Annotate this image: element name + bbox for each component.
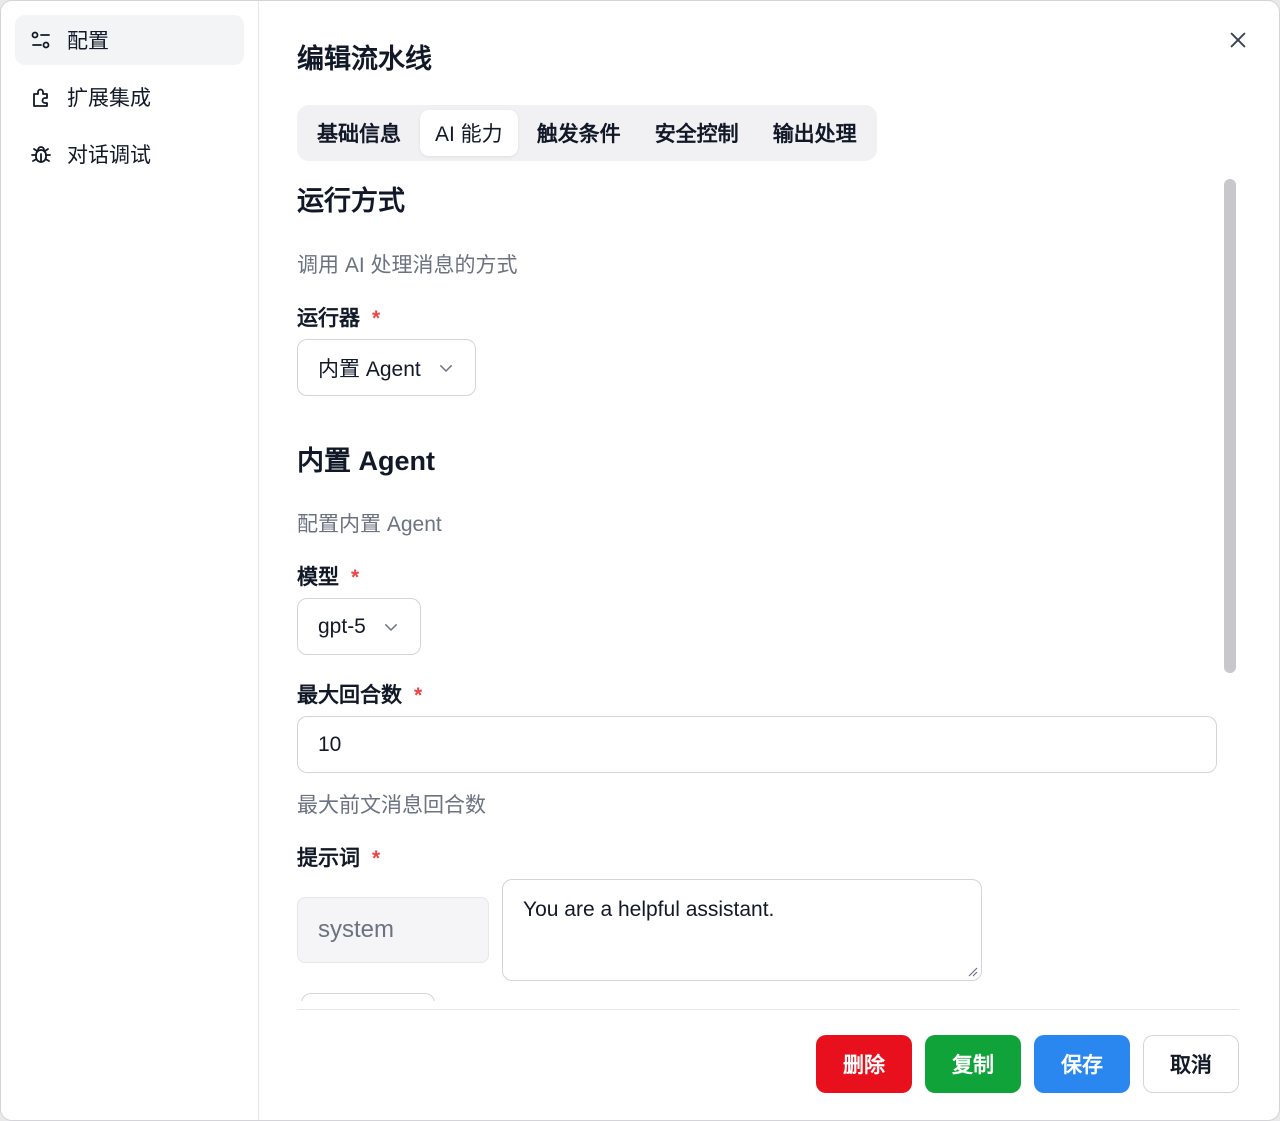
footer-divider <box>297 1009 1239 1010</box>
settings-sliders-icon <box>29 28 53 52</box>
required-marker: * <box>372 847 381 870</box>
form-content: 运行方式 调用 AI 处理消息的方式 运行器 * 内置 Agent 内置 Agen… <box>297 171 1227 1001</box>
required-marker: * <box>414 684 423 707</box>
content-scrollbar[interactable] <box>1224 179 1236 673</box>
pipeline-editor-window: 配置 扩展集成 对话调试 编辑流水线 基础信息 AI 能力 触发条件 安全控制 … <box>0 0 1280 1121</box>
main-panel: 编辑流水线 基础信息 AI 能力 触发条件 安全控制 输出处理 运行方式 调用 … <box>259 1 1279 1120</box>
save-button[interactable]: 保存 <box>1034 1035 1130 1093</box>
model-select[interactable]: gpt-5 <box>297 598 421 655</box>
dialog-title: 编辑流水线 <box>297 44 432 74</box>
close-icon <box>1230 32 1246 48</box>
model-label-text: 模型 <box>297 566 339 589</box>
prompt-content-textarea[interactable]: You are a helpful assistant. <box>502 879 982 981</box>
sidebar-item-extensions[interactable]: 扩展集成 <box>15 72 244 122</box>
runner-label-text: 运行器 <box>297 307 360 330</box>
runner-select[interactable]: 内置 Agent <box>297 339 476 396</box>
runner-select-value: 内置 Agent <box>318 357 421 381</box>
prompt-role-field[interactable]: system <box>297 897 489 963</box>
prompt-role-value: system <box>318 916 395 943</box>
section-title-agent: 内置 Agent <box>297 446 435 476</box>
prompt-label: 提示词 * <box>297 842 380 872</box>
required-marker: * <box>372 307 381 330</box>
copy-button[interactable]: 复制 <box>925 1035 1021 1093</box>
max-rounds-hint: 最大前文消息回合数 <box>297 794 486 817</box>
prompt-content-value: You are a helpful assistant. <box>523 898 775 921</box>
sidebar: 配置 扩展集成 对话调试 <box>1 1 259 1120</box>
sidebar-item-label: 扩展集成 <box>67 87 151 110</box>
resize-grip-icon[interactable] <box>966 965 978 977</box>
tab-trigger-conditions[interactable]: 触发条件 <box>522 110 636 156</box>
section-title-run-mode: 运行方式 <box>297 186 405 216</box>
tab-security-control[interactable]: 安全控制 <box>640 110 754 156</box>
footer-actions: 删除 复制 保存 取消 <box>816 1035 1239 1093</box>
prompt-label-text: 提示词 <box>297 847 360 870</box>
sidebar-item-debug[interactable]: 对话调试 <box>15 129 244 179</box>
max-rounds-label-text: 最大回合数 <box>297 684 402 707</box>
tab-ai-capability[interactable]: AI 能力 <box>420 110 518 156</box>
section-desc-run-mode: 调用 AI 处理消息的方式 <box>297 254 518 277</box>
section-desc-agent: 配置内置 Agent <box>297 513 442 536</box>
tab-output-processing[interactable]: 输出处理 <box>758 110 872 156</box>
chevron-down-icon <box>382 618 400 636</box>
model-label: 模型 * <box>297 561 359 591</box>
close-button[interactable] <box>1225 27 1251 53</box>
max-rounds-label: 最大回合数 * <box>297 679 422 709</box>
sidebar-item-label: 对话调试 <box>67 144 151 167</box>
runner-label: 运行器 * <box>297 302 380 332</box>
max-rounds-value: 10 <box>318 732 342 756</box>
chevron-down-icon <box>437 359 455 377</box>
next-role-field[interactable] <box>301 993 435 1001</box>
sidebar-item-config[interactable]: 配置 <box>15 15 244 65</box>
delete-button[interactable]: 删除 <box>816 1035 912 1093</box>
cancel-button[interactable]: 取消 <box>1143 1035 1239 1093</box>
sidebar-item-label: 配置 <box>67 30 109 53</box>
tab-bar: 基础信息 AI 能力 触发条件 安全控制 输出处理 <box>297 105 877 161</box>
tab-basic-info[interactable]: 基础信息 <box>302 110 416 156</box>
max-rounds-input[interactable]: 10 <box>297 716 1217 773</box>
bug-icon <box>29 142 53 166</box>
required-marker: * <box>351 566 360 589</box>
model-select-value: gpt-5 <box>318 614 366 638</box>
puzzle-icon <box>29 85 53 109</box>
